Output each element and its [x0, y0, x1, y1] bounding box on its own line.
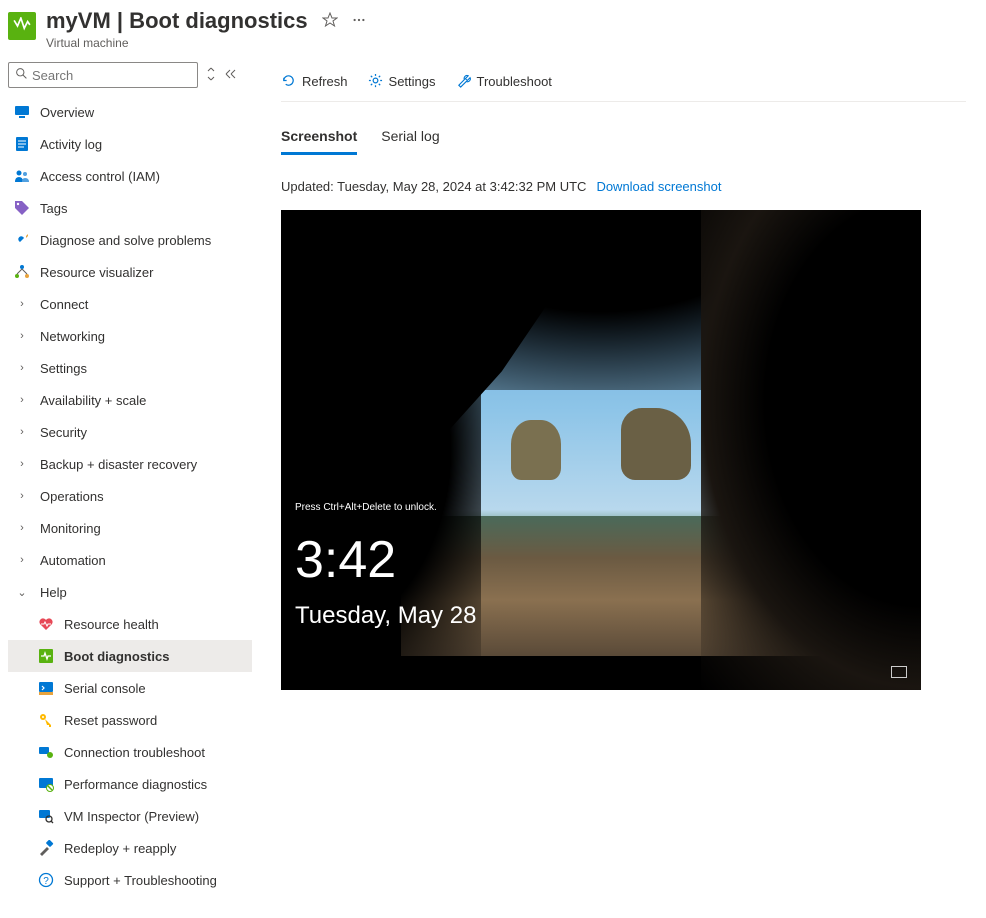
sidebar-item-availability[interactable]: › Availability + scale — [8, 384, 252, 416]
sidebar-item-perf-diag[interactable]: Performance diagnostics — [8, 768, 252, 800]
network-icon — [891, 666, 907, 678]
search-input[interactable] — [8, 62, 198, 88]
lockscreen-date: Tuesday, May 28 — [295, 602, 476, 630]
tab-screenshot[interactable]: Screenshot — [281, 128, 357, 155]
perf-icon — [38, 776, 54, 792]
favorite-icon[interactable] — [322, 12, 338, 31]
gear-icon — [368, 73, 383, 91]
sidebar-item-access-control[interactable]: Access control (IAM) — [8, 160, 252, 192]
vm-icon — [8, 12, 36, 40]
tag-icon — [14, 200, 30, 216]
console-icon — [38, 680, 54, 696]
sidebar-item-boot-diagnostics[interactable]: Boot diagnostics — [8, 640, 252, 672]
chevron-right-icon: › — [14, 554, 30, 566]
lockscreen-hint: Press Ctrl+Alt+Delete to unlock. — [295, 502, 437, 513]
more-icon[interactable] — [352, 13, 366, 30]
chevron-right-icon: › — [14, 490, 30, 502]
people-icon — [14, 168, 30, 184]
sidebar-item-activity-log[interactable]: Activity log — [8, 128, 252, 160]
monitor-icon — [14, 104, 30, 120]
sidebar-item-resource-health[interactable]: Resource health — [8, 608, 252, 640]
download-screenshot-link[interactable]: Download screenshot — [596, 179, 721, 194]
sidebar-item-vm-inspector[interactable]: VM Inspector (Preview) — [8, 800, 252, 832]
log-icon — [14, 136, 30, 152]
heart-icon — [38, 616, 54, 632]
collapse-panel-icon[interactable] — [224, 68, 238, 82]
sidebar-item-connect[interactable]: › Connect — [8, 288, 252, 320]
sidebar-item-tags[interactable]: Tags — [8, 192, 252, 224]
lockscreen-time: 3:42 — [295, 530, 396, 590]
sidebar-item-security[interactable]: › Security — [8, 416, 252, 448]
chevron-right-icon: › — [14, 298, 30, 310]
svg-text:?: ? — [43, 876, 49, 887]
page-subtitle: Virtual machine — [46, 36, 366, 50]
chevron-right-icon: › — [14, 362, 30, 374]
sidebar-item-redeploy[interactable]: Redeploy + reapply — [8, 832, 252, 864]
updated-text: Updated: Tuesday, May 28, 2024 at 3:42:3… — [281, 179, 586, 194]
sidebar-item-networking[interactable]: › Networking — [8, 320, 252, 352]
wrench-icon — [456, 73, 471, 91]
sidebar-item-automation[interactable]: › Automation — [8, 544, 252, 576]
sidebar-item-settings[interactable]: › Settings — [8, 352, 252, 384]
settings-button[interactable]: Settings — [368, 73, 436, 91]
search-field[interactable] — [32, 68, 191, 83]
boot-diag-icon — [38, 648, 54, 664]
chevron-right-icon: › — [14, 426, 30, 438]
help-icon: ? — [38, 872, 54, 888]
wrench-icon — [14, 232, 30, 248]
sidebar-item-help[interactable]: ⌄ Help — [8, 576, 252, 608]
troubleshoot-button[interactable]: Troubleshoot — [456, 73, 552, 91]
chevron-down-icon: ⌄ — [14, 586, 30, 599]
sidebar-item-serial-console[interactable]: Serial console — [8, 672, 252, 704]
main-content: Refresh Settings Troubleshoot Screenshot… — [260, 62, 986, 918]
sidebar-item-connection-troubleshoot[interactable]: Connection troubleshoot — [8, 736, 252, 768]
expand-collapse-icon[interactable] — [206, 67, 216, 84]
key-icon — [38, 712, 54, 728]
sidebar-item-overview[interactable]: Overview — [8, 96, 252, 128]
sidebar-item-support[interactable]: ? Support + Troubleshooting — [8, 864, 252, 896]
hammer-icon — [38, 840, 54, 856]
sidebar-item-resource-viz[interactable]: Resource visualizer — [8, 256, 252, 288]
sidebar: Overview Activity log Access control (IA… — [0, 62, 260, 918]
page-title: myVM | Boot diagnostics — [46, 8, 308, 34]
connection-icon — [38, 744, 54, 760]
hierarchy-icon — [14, 264, 30, 280]
vm-screenshot: Press Ctrl+Alt+Delete to unlock. 3:42 Tu… — [281, 210, 921, 690]
refresh-icon — [281, 73, 296, 91]
search-icon — [15, 67, 28, 83]
tab-serial-log[interactable]: Serial log — [381, 128, 439, 155]
refresh-button[interactable]: Refresh — [281, 73, 348, 91]
sidebar-item-backup[interactable]: › Backup + disaster recovery — [8, 448, 252, 480]
sidebar-item-diagnose[interactable]: Diagnose and solve problems — [8, 224, 252, 256]
sidebar-item-reset-password[interactable]: Reset password — [8, 704, 252, 736]
sidebar-item-monitoring[interactable]: › Monitoring — [8, 512, 252, 544]
chevron-right-icon: › — [14, 458, 30, 470]
chevron-right-icon: › — [14, 394, 30, 406]
sidebar-item-operations[interactable]: › Operations — [8, 480, 252, 512]
inspector-icon — [38, 808, 54, 824]
chevron-right-icon: › — [14, 522, 30, 534]
chevron-right-icon: › — [14, 330, 30, 342]
